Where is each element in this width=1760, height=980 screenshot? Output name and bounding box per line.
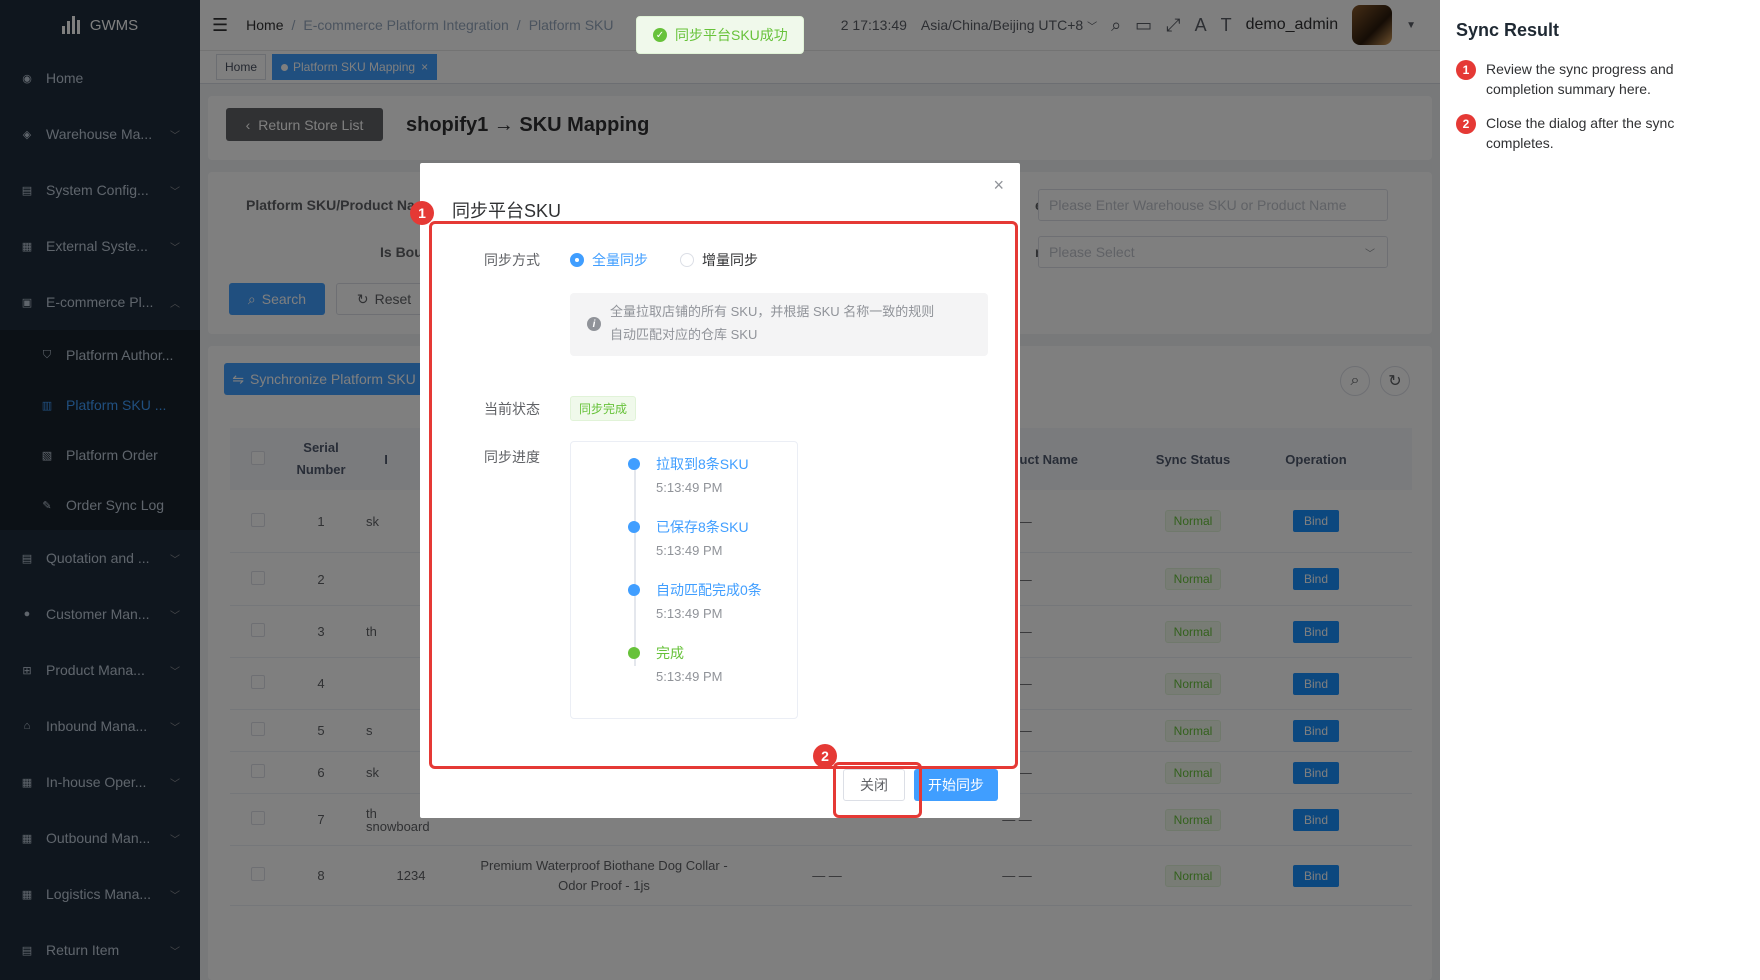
close-button[interactable]: 关闭 — [843, 769, 905, 801]
timeline-dot — [628, 521, 640, 533]
current-status-label: 当前状态 — [484, 401, 540, 417]
timeline-dot — [628, 647, 640, 659]
step-number-badge: 2 — [1456, 114, 1476, 134]
start-sync-button[interactable]: 开始同步 — [914, 769, 998, 801]
step-text: Close the dialog after the sync complete… — [1486, 115, 1675, 151]
instruction-step: 2 Close the dialog after the sync complet… — [1456, 113, 1744, 153]
info-icon: i — [587, 317, 601, 331]
step-number-badge: 1 — [1456, 60, 1476, 80]
instruction-panel: Sync Result 1 Review the sync progress an… — [1440, 0, 1760, 980]
success-toast: ✓ 同步平台SKU成功 — [636, 16, 804, 54]
timeline-dot — [628, 458, 640, 470]
timeline-dot — [628, 584, 640, 596]
step-text: Review the sync progress and completion … — [1486, 61, 1674, 97]
instruction-step: 1 Review the sync progress and completion… — [1456, 59, 1744, 99]
radio-incremental-sync[interactable]: 增量同步 — [680, 250, 758, 270]
annotation-badge-1: 1 — [410, 201, 434, 225]
app-window: GWMS ◉Home ◈Warehouse Ma...﹀ ▤System Con… — [0, 0, 1440, 980]
dialog-title: 同步平台SKU — [452, 201, 562, 221]
status-badge: 同步完成 — [570, 396, 637, 421]
annotation-badge-2: 2 — [813, 744, 837, 768]
sync-progress-timeline: 拉取到8条SKU 5:13:49 PM 已保存8条SKU 5:13:49 PM 自动… — [570, 441, 798, 719]
sync-info-alert: i 全量拉取店铺的所有 SKU，并根据 SKU 名称一致的规则 自动匹配对应的仓… — [570, 293, 988, 356]
close-icon[interactable]: × — [993, 175, 1004, 196]
sync-progress-label: 同步进度 — [484, 449, 540, 465]
sync-mode-radio-group: 全量同步 增量同步 — [570, 250, 758, 270]
panel-title: Sync Result — [1456, 20, 1560, 40]
timeline-line — [634, 458, 636, 666]
check-circle-icon: ✓ — [653, 28, 667, 42]
sync-sku-dialog: 同步平台SKU × 同步方式 全量同步 增量同步 i 全量拉取店铺的所有 SKU… — [420, 163, 1020, 818]
sync-mode-label: 同步方式 — [484, 252, 540, 268]
radio-full-sync[interactable]: 全量同步 — [570, 250, 648, 270]
